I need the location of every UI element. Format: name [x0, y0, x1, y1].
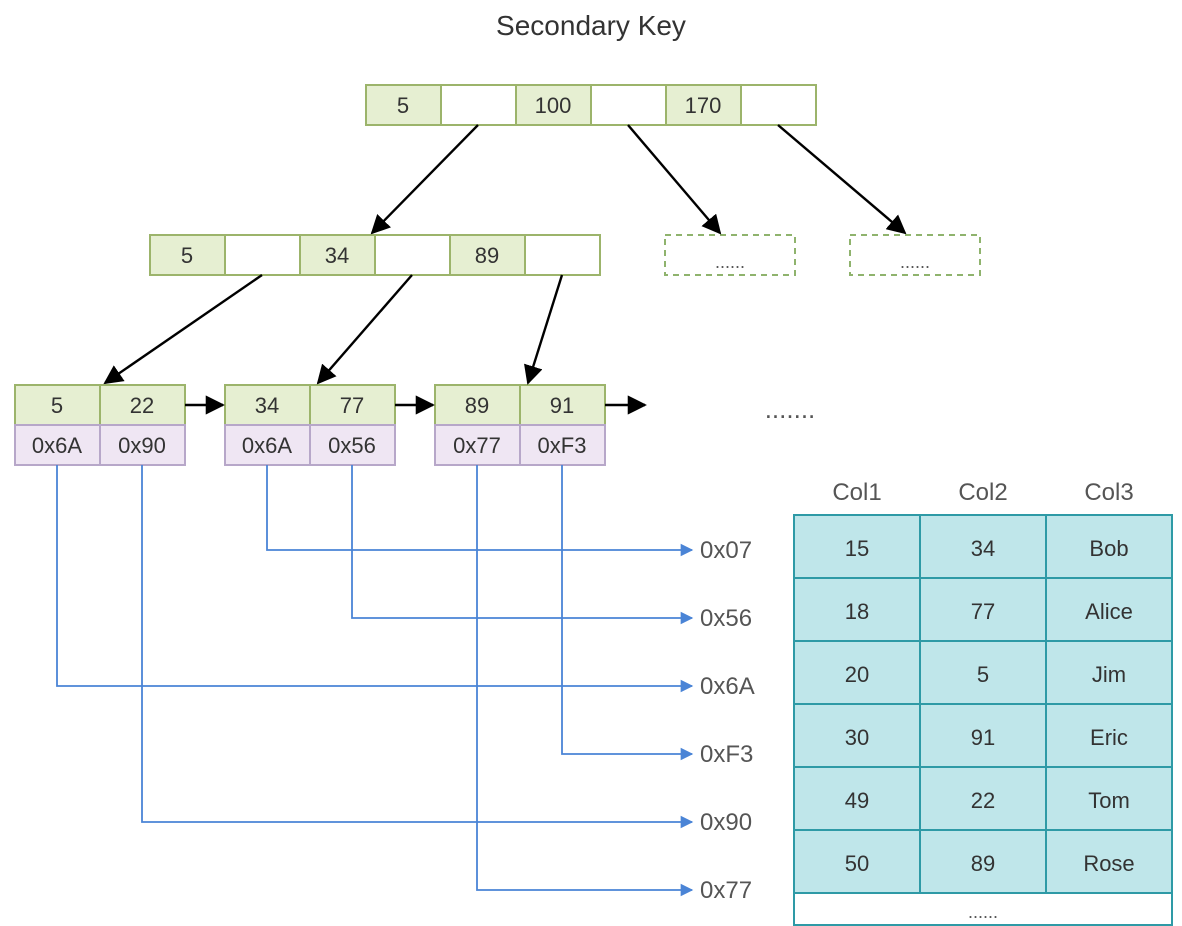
svg-text:Tom: Tom — [1088, 788, 1130, 813]
arrow-int-to-leaf2 — [528, 275, 562, 383]
arrow-int-to-leaf1 — [318, 275, 412, 383]
svg-text:22: 22 — [971, 788, 995, 813]
table-row: 49 22 Tom — [794, 767, 1172, 830]
root-key-0: 5 — [397, 93, 409, 118]
svg-text:Alice: Alice — [1085, 599, 1133, 624]
svg-text:0x56: 0x56 — [328, 433, 376, 458]
leaves-ellipsis: ....... — [765, 394, 816, 424]
svg-text:Jim: Jim — [1092, 662, 1126, 687]
table-row: 20 5 Jim — [794, 641, 1172, 704]
address-5: 0x77 — [700, 877, 752, 904]
arrow-root-to-ghost2 — [778, 125, 905, 233]
ptr-leaf0-val0 — [57, 465, 692, 686]
ptr-leaf1-val0 — [267, 465, 692, 550]
svg-text:91: 91 — [550, 393, 574, 418]
svg-text:34: 34 — [255, 393, 279, 418]
svg-text:89: 89 — [971, 851, 995, 876]
svg-text:20: 20 — [845, 662, 869, 687]
svg-text:77: 77 — [340, 393, 364, 418]
svg-text:77: 77 — [971, 599, 995, 624]
address-1: 0x56 — [700, 605, 752, 632]
table-row: 18 77 Alice — [794, 578, 1172, 641]
arrow-int-to-leaf0 — [105, 275, 262, 383]
svg-text:0x6A: 0x6A — [242, 433, 292, 458]
data-table: Col1 Col2 Col3 15 34 Bob 18 77 Alice 20 … — [794, 479, 1172, 925]
ptr-leaf0-val1 — [142, 465, 692, 822]
table-row: 15 34 Bob — [794, 515, 1172, 578]
leaf-node-0: 5 22 0x6A 0x90 — [15, 385, 185, 465]
table-row: 50 89 Rose — [794, 830, 1172, 893]
svg-text:Bob: Bob — [1089, 536, 1128, 561]
diagram-title: Secondary Key — [496, 10, 686, 41]
internal-key-2: 89 — [475, 243, 499, 268]
svg-text:34: 34 — [971, 536, 995, 561]
address-4: 0x90 — [700, 809, 752, 836]
col-header-1: Col2 — [958, 479, 1007, 506]
placeholder-ellipsis-1: ...... — [715, 252, 745, 272]
root-node: 5 100 170 — [366, 85, 816, 125]
svg-text:0xF3: 0xF3 — [538, 433, 587, 458]
svg-text:22: 22 — [130, 393, 154, 418]
root-key-1: 100 — [535, 93, 572, 118]
svg-text:30: 30 — [845, 725, 869, 750]
arrow-root-to-ghost1 — [628, 125, 720, 233]
ptr-leaf2-val0 — [477, 465, 692, 890]
svg-text:18: 18 — [845, 599, 869, 624]
svg-text:89: 89 — [465, 393, 489, 418]
svg-text:0x6A: 0x6A — [32, 433, 82, 458]
leaf-node-1: 34 77 0x6A 0x56 — [225, 385, 395, 465]
leaf-node-2: 89 91 0x77 0xF3 — [435, 385, 605, 465]
address-2: 0x6A — [700, 673, 755, 700]
ptr-leaf2-val1 — [562, 465, 692, 754]
placeholder-ellipsis-2: ...... — [900, 252, 930, 272]
svg-text:5: 5 — [977, 662, 989, 687]
col-header-0: Col1 — [832, 479, 881, 506]
svg-text:5: 5 — [51, 393, 63, 418]
svg-text:Eric: Eric — [1090, 725, 1128, 750]
address-3: 0xF3 — [700, 741, 753, 768]
ptr-leaf1-val1 — [352, 465, 692, 618]
table-row: 30 91 Eric — [794, 704, 1172, 767]
table-more: ...... — [968, 902, 998, 922]
svg-text:49: 49 — [845, 788, 869, 813]
svg-text:Rose: Rose — [1083, 851, 1134, 876]
svg-text:15: 15 — [845, 536, 869, 561]
address-0: 0x07 — [700, 537, 752, 564]
svg-text:0x90: 0x90 — [118, 433, 166, 458]
arrow-root-to-internal — [372, 125, 478, 233]
secondary-key-diagram: Secondary Key 5 100 170 5 34 89 ...... .… — [0, 0, 1182, 926]
address-list: 0x07 0x56 0x6A 0xF3 0x90 0x77 — [700, 537, 755, 904]
internal-key-0: 5 — [181, 243, 193, 268]
svg-text:50: 50 — [845, 851, 869, 876]
internal-node: 5 34 89 — [150, 235, 600, 275]
internal-key-1: 34 — [325, 243, 349, 268]
col-header-2: Col3 — [1084, 479, 1133, 506]
svg-text:91: 91 — [971, 725, 995, 750]
svg-text:0x77: 0x77 — [453, 433, 501, 458]
root-key-2: 170 — [685, 93, 722, 118]
